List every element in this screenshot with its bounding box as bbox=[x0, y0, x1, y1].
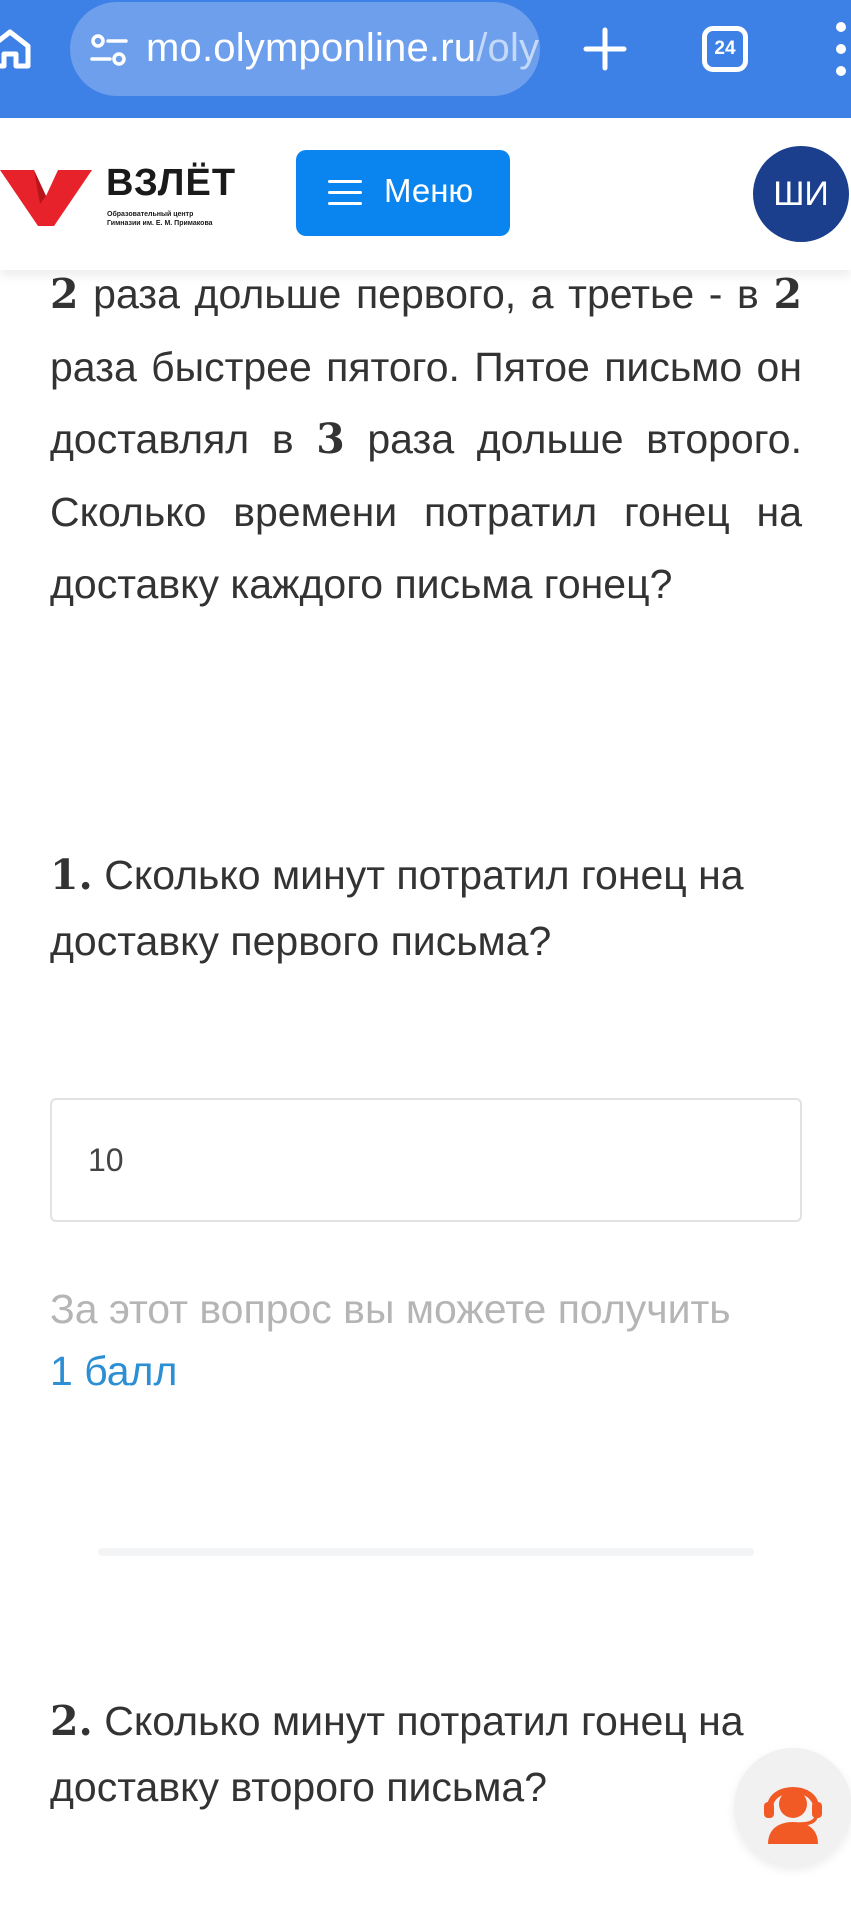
site-header: ВЗЛЁТ Образовательный центр Гимназии им.… bbox=[0, 118, 851, 270]
menu-button[interactable]: Меню bbox=[296, 150, 510, 236]
browser-toolbar: mo.olymponline.ru/oly 24 bbox=[0, 0, 851, 118]
points-link[interactable]: 1 балл bbox=[50, 1348, 177, 1394]
tab-count: 24 bbox=[714, 38, 736, 59]
points-info: За этот вопрос вы можете получить 1 балл bbox=[50, 1278, 750, 1402]
task-number: 2 bbox=[773, 270, 802, 318]
url-path: /oly bbox=[476, 26, 540, 70]
logo[interactable]: ВЗЛЁТ Образовательный центр Гимназии им.… bbox=[0, 162, 240, 242]
logo-title: ВЗЛЁТ bbox=[106, 162, 237, 204]
home-icon[interactable] bbox=[0, 26, 32, 70]
question-2: 2. Сколько минут потратил гонец на доста… bbox=[50, 1688, 802, 1820]
tune-icon[interactable] bbox=[90, 32, 128, 68]
task-number: 3 bbox=[316, 415, 345, 463]
divider bbox=[98, 1548, 754, 1556]
burger-icon bbox=[328, 178, 362, 208]
support-icon bbox=[764, 1787, 822, 1844]
question-text: Сколько минут потратил гонец на доставку… bbox=[50, 1698, 744, 1810]
question-1: 1. Сколько минут потратил гонец на доста… bbox=[50, 842, 802, 974]
question-text: Сколько минут потратил гонец на доставку… bbox=[50, 852, 744, 964]
logo-subtitle-line-2: Гимназии им. Е. М. Примакова bbox=[107, 220, 213, 227]
logo-subtitle: Образовательный центр Гимназии им. Е. М.… bbox=[107, 210, 257, 228]
kebab-icon[interactable] bbox=[828, 20, 848, 80]
menu-label: Меню bbox=[384, 172, 474, 209]
answer-input[interactable] bbox=[50, 1098, 802, 1222]
task-text: 2 раза дольше первого, а третье - в 2 ра… bbox=[50, 258, 802, 621]
question-number: 2. bbox=[50, 1697, 93, 1745]
tabs-icon[interactable]: 24 bbox=[702, 26, 748, 72]
points-prefix: За этот вопрос вы можете получить bbox=[50, 1286, 731, 1332]
address-bar[interactable]: mo.olymponline.ru/oly bbox=[70, 2, 540, 96]
logo-subtitle-line-1: Образовательный центр bbox=[107, 211, 194, 218]
plus-icon[interactable] bbox=[582, 26, 628, 72]
url-text[interactable]: mo.olymponline.ru/oly bbox=[146, 26, 539, 71]
url-host: mo.olymponline.ru bbox=[146, 26, 477, 70]
task-number: 2 bbox=[50, 270, 79, 318]
logo-v-icon bbox=[0, 170, 92, 226]
support-button[interactable] bbox=[734, 1748, 851, 1866]
question-number: 1. bbox=[50, 851, 93, 899]
task-text-part: раза дольше первого, а третье - в bbox=[78, 271, 774, 317]
avatar[interactable]: ШИ bbox=[753, 146, 849, 242]
